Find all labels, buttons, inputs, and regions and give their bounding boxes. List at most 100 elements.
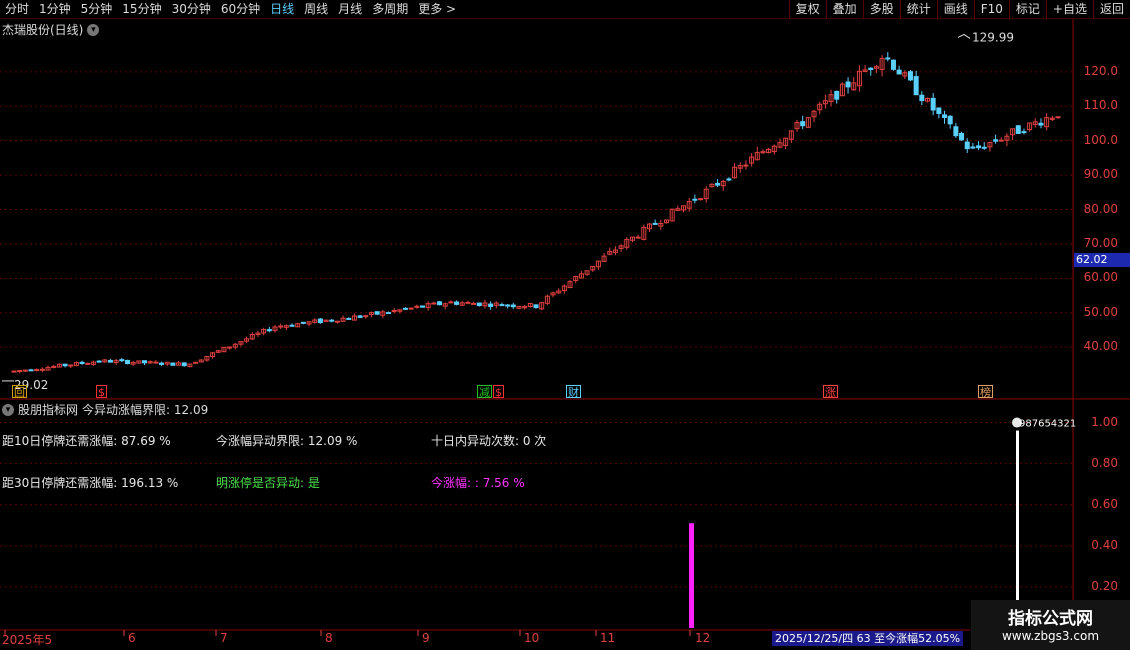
month-label: 8 bbox=[325, 631, 333, 645]
magenta-bar bbox=[689, 523, 694, 628]
tab-period[interactable]: 日线 bbox=[265, 0, 299, 19]
candle-body bbox=[1055, 116, 1061, 119]
event-marker[interactable]: 榜 bbox=[978, 385, 993, 399]
count-text: 十日内异动次数: 0 次 bbox=[431, 434, 547, 448]
candle-body bbox=[403, 307, 408, 310]
tool-button[interactable]: +自选 bbox=[1045, 0, 1093, 19]
candle-body bbox=[159, 362, 165, 365]
tab-period[interactable]: 周线 bbox=[299, 0, 333, 19]
candle-body bbox=[953, 126, 959, 137]
candle-body bbox=[34, 369, 40, 372]
y-tick-label: 40.00 bbox=[1083, 339, 1118, 354]
event-marker[interactable]: $ bbox=[96, 385, 107, 399]
y-tick-label: 60.00 bbox=[1083, 270, 1118, 285]
candle-body bbox=[181, 362, 187, 367]
tab-period[interactable]: 30分钟 bbox=[167, 0, 216, 19]
candle-body bbox=[868, 67, 874, 70]
candle-body bbox=[488, 303, 494, 307]
candle-body bbox=[96, 360, 102, 363]
tab-period[interactable]: 月线 bbox=[333, 0, 367, 19]
month-label: 7 bbox=[220, 631, 228, 645]
ind-tick-label: 0.80 bbox=[1091, 455, 1118, 470]
ind-tick-label: 0.40 bbox=[1091, 537, 1118, 552]
y-tick-label: 110.0 bbox=[1083, 98, 1118, 113]
event-marker[interactable]: 减 bbox=[477, 385, 492, 399]
candle-body bbox=[936, 107, 942, 114]
candle-body bbox=[465, 301, 471, 304]
event-marker[interactable]: $ bbox=[493, 385, 504, 399]
event-marker[interactable]: 涨 bbox=[823, 385, 838, 399]
candle-body bbox=[942, 114, 948, 118]
candle-body bbox=[278, 325, 284, 328]
tab-period[interactable]: 多周期 bbox=[367, 0, 413, 19]
candle-body bbox=[391, 310, 397, 313]
candle-body bbox=[930, 97, 936, 111]
indicator-name[interactable]: 股朋指标网 bbox=[18, 401, 78, 418]
month-label: 12 bbox=[695, 631, 711, 645]
tab-period[interactable]: 15分钟 bbox=[117, 0, 166, 19]
chevron-down-icon[interactable]: ▾ bbox=[87, 23, 100, 36]
candle-body bbox=[635, 236, 641, 239]
candle-body bbox=[1015, 125, 1021, 135]
tool-button[interactable]: 画线 bbox=[936, 0, 974, 19]
y-tick-label: 90.00 bbox=[1083, 167, 1118, 182]
pause30-text: 距30日停牌还需涨幅: 196.13 % bbox=[2, 476, 179, 490]
limit-text: 今涨幅异动界限: 12.09 % bbox=[216, 434, 358, 448]
candle-body bbox=[317, 318, 323, 324]
candle-body bbox=[346, 317, 352, 320]
candle-body bbox=[119, 359, 125, 362]
candle-body bbox=[533, 304, 539, 309]
candle-body bbox=[22, 369, 28, 372]
event-marker[interactable]: 回 bbox=[12, 385, 27, 399]
candle-body bbox=[334, 320, 340, 323]
candlestick-chart[interactable]: 129.9929.02987654321 bbox=[0, 0, 1130, 650]
candle-body bbox=[998, 139, 1004, 142]
candle-body bbox=[800, 121, 806, 127]
candle-body bbox=[896, 69, 902, 75]
tool-button[interactable]: 标记 bbox=[1008, 0, 1046, 19]
candle-body bbox=[652, 222, 658, 225]
candle-body bbox=[329, 319, 335, 322]
chevron-down-icon[interactable]: ▾ bbox=[2, 403, 14, 416]
tomorrow-text: 明涨停是否异动: 是 bbox=[216, 476, 320, 490]
candle-body bbox=[374, 311, 380, 315]
tool-buttons: 复权 叠加 多股 统计 画线 F10 标记 +自选 返回 bbox=[788, 0, 1130, 19]
tool-button[interactable]: 复权 bbox=[788, 0, 826, 19]
tool-button[interactable]: F10 bbox=[973, 0, 1009, 19]
event-marker[interactable]: 财 bbox=[566, 385, 581, 399]
high-pointer bbox=[957, 33, 971, 39]
y-tick-label: 80.00 bbox=[1083, 201, 1118, 216]
y-tick-label: 120.0 bbox=[1083, 63, 1118, 78]
tab-period[interactable]: 更多 > bbox=[413, 0, 461, 19]
tool-button[interactable]: 统计 bbox=[899, 0, 937, 19]
white-bar bbox=[1016, 430, 1019, 628]
candle-body bbox=[408, 307, 414, 310]
candle-body bbox=[947, 115, 953, 125]
candle-body bbox=[890, 59, 896, 70]
tool-button[interactable]: 叠加 bbox=[825, 0, 863, 19]
candle-body bbox=[970, 146, 976, 149]
candle-body bbox=[845, 81, 851, 88]
candle-body bbox=[79, 361, 85, 364]
chart-title: 杰瑞股份(日线) ▾ bbox=[2, 21, 100, 38]
month-label: 2025年5 bbox=[2, 633, 53, 647]
stock-name: 杰瑞股份(日线) bbox=[2, 23, 84, 37]
tool-button[interactable]: 返回 bbox=[1092, 0, 1130, 19]
candle-body bbox=[62, 363, 68, 367]
stock-chart-window: 129.99 29.02 987654321 分时 1分钟 5分钟 15分钟 30分钟 60分… bbox=[0, 0, 1130, 650]
candle-body bbox=[11, 370, 17, 373]
toolbar: 分时 1分钟 5分钟 15分钟 30分钟 60分钟 日线 周线 月线 多周期 更多 > 复权 叠加 多股… bbox=[0, 0, 1130, 19]
tab-period[interactable]: 5分钟 bbox=[76, 0, 118, 19]
tab-period[interactable]: 1分钟 bbox=[34, 0, 76, 19]
candle-body bbox=[959, 132, 965, 141]
month-label: 6 bbox=[128, 631, 136, 645]
candle-body bbox=[907, 71, 913, 81]
candle-body bbox=[266, 329, 272, 332]
month-label: 11 bbox=[600, 631, 616, 645]
tool-button[interactable]: 多股 bbox=[862, 0, 900, 19]
candle-body bbox=[715, 182, 721, 186]
candle-body bbox=[385, 312, 391, 315]
candle-body bbox=[437, 301, 443, 306]
tab-period[interactable]: 60分钟 bbox=[216, 0, 265, 19]
tab-period[interactable]: 分时 bbox=[0, 0, 34, 19]
